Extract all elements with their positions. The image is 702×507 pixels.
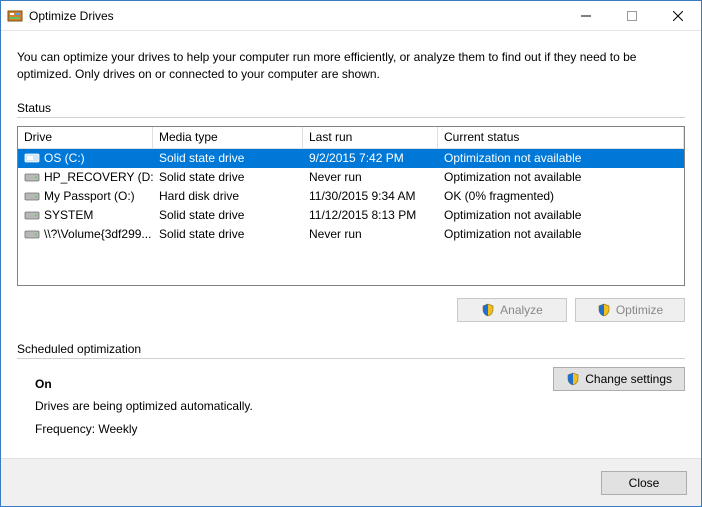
window-title: Optimize Drives [29,9,563,23]
drive-name: OS (C:) [44,151,85,165]
current-status: Optimization not available [438,227,684,241]
table-row[interactable]: OS (C:) Solid state drive9/2/2015 7:42 PM… [18,149,684,168]
titlebar: Optimize Drives [1,1,701,31]
media-type: Solid state drive [153,170,303,184]
drive-name: My Passport (O:) [44,189,135,203]
drive-icon [24,190,40,202]
schedule-freq: Frequency: Weekly [35,418,553,441]
shield-icon [597,303,611,317]
intro-text: You can optimize your drives to help you… [17,49,685,83]
drive-name: \\?\Volume{3df299... [44,227,151,241]
current-status: Optimization not available [438,151,684,165]
divider [17,117,685,118]
current-status: Optimization not available [438,208,684,222]
last-run: 9/2/2015 7:42 PM [303,151,438,165]
footer: Close [1,458,701,506]
column-status[interactable]: Current status [438,127,684,148]
media-type: Solid state drive [153,151,303,165]
optimize-label: Optimize [616,303,663,317]
column-media[interactable]: Media type [153,127,303,148]
analyze-label: Analyze [500,303,543,317]
shield-icon [566,372,580,386]
table-row[interactable]: SYSTEM Solid state drive11/12/2015 8:13 P… [18,206,684,225]
minimize-button[interactable] [563,1,609,30]
maximize-button[interactable] [609,1,655,30]
last-run: 11/30/2015 9:34 AM [303,189,438,203]
table-row[interactable]: \\?\Volume{3df299...Solid state driveNev… [18,225,684,244]
window-controls [563,1,701,30]
table-row[interactable]: HP_RECOVERY (D:)Solid state driveNever r… [18,168,684,187]
shield-icon [481,303,495,317]
table-row[interactable]: My Passport (O:) Hard disk drive11/30/201… [18,187,684,206]
close-dialog-button[interactable]: Close [601,471,687,495]
last-run: Never run [303,170,438,184]
drive-name: SYSTEM [44,208,93,222]
analyze-button[interactable]: Analyze [457,298,567,322]
last-run: Never run [303,227,438,241]
last-run: 11/12/2015 8:13 PM [303,208,438,222]
column-last-run[interactable]: Last run [303,127,438,148]
drive-name: HP_RECOVERY (D:) [44,170,153,184]
current-status: Optimization not available [438,170,684,184]
column-drive[interactable]: Drive [18,127,153,148]
drive-icon [24,209,40,221]
schedule-label: Scheduled optimization [17,342,685,356]
drive-icon [24,152,40,164]
app-icon [7,8,23,24]
drive-icon [24,171,40,183]
drives-list[interactable]: Drive Media type Last run Current status… [17,126,685,286]
current-status: OK (0% fragmented) [438,189,684,203]
drive-icon [24,228,40,240]
media-type: Solid state drive [153,208,303,222]
media-type: Solid state drive [153,227,303,241]
media-type: Hard disk drive [153,189,303,203]
change-settings-label: Change settings [585,372,672,386]
optimize-button[interactable]: Optimize [575,298,685,322]
close-button[interactable] [655,1,701,30]
close-label: Close [629,476,660,490]
list-header[interactable]: Drive Media type Last run Current status [18,127,684,149]
divider [17,358,685,359]
schedule-state: On [35,373,553,396]
change-settings-button[interactable]: Change settings [553,367,685,391]
status-label: Status [17,101,685,115]
schedule-desc: Drives are being optimized automatically… [35,395,553,418]
